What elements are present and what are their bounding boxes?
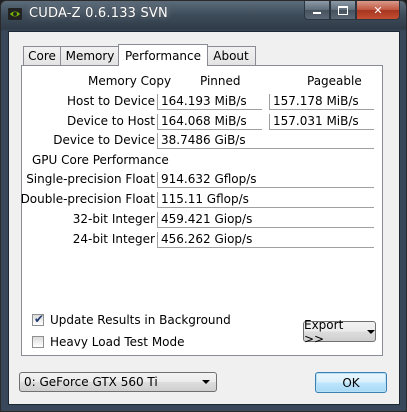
tab-performance[interactable]: Performance <box>118 44 208 66</box>
ok-button-label: OK <box>342 375 360 390</box>
tab-label: Memory <box>65 49 115 63</box>
device-to-device-value: 38.7486 GiB/s <box>157 133 374 149</box>
single-precision-value: 914.632 Gflop/s <box>157 172 374 188</box>
device-to-host-pinned-value: 164.068 MiB/s <box>157 114 262 130</box>
maximize-button[interactable] <box>330 1 356 20</box>
int32-label: 32-bit Integer <box>72 212 155 226</box>
close-icon: ✕ <box>373 3 383 17</box>
app-window: CUDA-Z 0.6.133 SVN ✕ Core Memory Perform… <box>0 0 407 412</box>
close-button[interactable]: ✕ <box>356 1 400 20</box>
host-to-device-label: Host to Device <box>66 94 155 108</box>
tab-label: Core <box>28 49 56 63</box>
ok-button[interactable]: OK <box>315 372 387 393</box>
device-to-host-label: Device to Host <box>66 114 155 128</box>
int32-value: 459.421 Giop/s <box>157 212 374 228</box>
heavy-load-label: Heavy Load Test Mode <box>50 335 185 349</box>
host-to-device-pageable-value: 157.178 MiB/s <box>269 94 374 110</box>
host-to-device-pinned-value: 164.193 MiB/s <box>157 94 262 110</box>
checkmark-icon: ✔ <box>34 312 45 326</box>
int24-value: 456.262 Giop/s <box>157 232 374 248</box>
memory-copy-heading: Memory Copy <box>88 74 172 88</box>
minimize-button[interactable] <box>304 1 330 20</box>
gpu-core-performance-heading: GPU Core Performance <box>32 153 169 167</box>
device-select[interactable]: 0: GeForce GTX 560 Ti <box>19 372 217 392</box>
heavy-load-checkbox[interactable] <box>32 336 44 348</box>
int24-label: 24-bit Integer <box>72 232 155 246</box>
dialog-client-area: Core Memory Performance About Memory Cop… <box>8 31 400 405</box>
update-results-label: Update Results in Background <box>50 313 231 327</box>
tab-about[interactable]: About <box>206 46 256 65</box>
double-precision-label: Double-precision Float <box>20 192 155 206</box>
device-select-value: 0: GeForce GTX 560 Ti <box>24 375 158 389</box>
tab-label: Performance <box>124 48 202 63</box>
double-precision-value: 115.11 Gflop/s <box>157 192 374 208</box>
device-to-host-pageable-value: 157.031 MiB/s <box>269 114 374 130</box>
title-bar[interactable]: CUDA-Z 0.6.133 SVN ✕ <box>1 1 406 27</box>
tab-memory[interactable]: Memory <box>60 46 120 65</box>
single-precision-label: Single-precision Float <box>26 172 155 186</box>
update-results-checkbox[interactable]: ✔ <box>32 312 45 326</box>
pinned-column-header: Pinned <box>200 74 241 88</box>
tab-label: About <box>213 49 249 63</box>
chevron-down-icon <box>367 329 375 334</box>
maximize-icon <box>338 5 348 15</box>
pageable-column-header: Pageable <box>307 74 362 88</box>
tab-bar: Core Memory Performance About <box>23 44 256 66</box>
export-button-label: Export >> <box>304 317 344 346</box>
window-controls: ✕ <box>304 1 400 20</box>
window-title: CUDA-Z 0.6.133 SVN <box>29 6 168 21</box>
nvidia-app-icon <box>8 8 22 20</box>
heavy-load-checkbox-row[interactable]: Heavy Load Test Mode <box>32 334 185 350</box>
update-results-checkbox-row[interactable]: ✔ Update Results in Background <box>32 312 231 328</box>
export-button[interactable]: Export >> <box>303 318 376 346</box>
chevron-down-icon <box>202 380 210 384</box>
tab-core[interactable]: Core <box>23 46 61 65</box>
minimize-icon <box>313 11 321 14</box>
performance-panel: Memory Copy Pinned Pageable Host to Devi… <box>21 65 383 356</box>
device-to-device-label: Device to Device <box>53 133 155 147</box>
